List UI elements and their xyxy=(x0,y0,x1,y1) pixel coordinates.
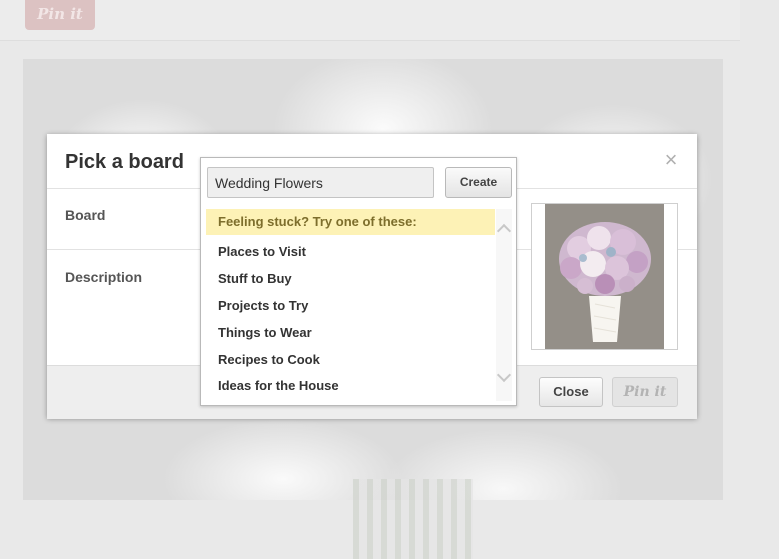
background-flower-stems xyxy=(353,479,473,559)
suggestion-item[interactable]: Projects to Try xyxy=(218,298,308,313)
suggestions-header: Feeling stuck? Try one of these: xyxy=(206,209,495,235)
suggestion-item[interactable]: Ideas for the House xyxy=(218,378,339,393)
board-dropdown: Create Feeling stuck? Try one of these: … xyxy=(200,157,517,406)
bouquet-image xyxy=(545,204,664,349)
suggestion-item[interactable]: Places to Visit xyxy=(218,244,306,259)
create-board-button[interactable]: Create xyxy=(445,167,512,198)
chevron-down-icon[interactable] xyxy=(496,367,512,383)
suggestions-scrollbar[interactable] xyxy=(496,209,512,401)
suggestion-item[interactable]: Things to Wear xyxy=(218,325,312,340)
description-label: Description xyxy=(65,269,143,285)
bouquet-illustration xyxy=(545,204,664,349)
background-pin-it-button: Pin it xyxy=(25,0,95,30)
close-button[interactable]: Close xyxy=(539,377,603,407)
pin-it-button[interactable]: Pin it xyxy=(612,377,678,407)
board-name-input[interactable] xyxy=(207,167,434,198)
chevron-up-icon[interactable] xyxy=(496,223,512,239)
suggestion-item[interactable]: Recipes to Cook xyxy=(218,352,320,367)
suggestion-item[interactable]: Stuff to Buy xyxy=(218,271,292,286)
dialog-title: Pick a board xyxy=(65,151,184,173)
pin-image-preview xyxy=(531,203,678,350)
background-topbar: Pin it xyxy=(0,0,740,41)
close-icon[interactable]: × xyxy=(663,149,679,171)
board-label: Board xyxy=(65,207,106,223)
